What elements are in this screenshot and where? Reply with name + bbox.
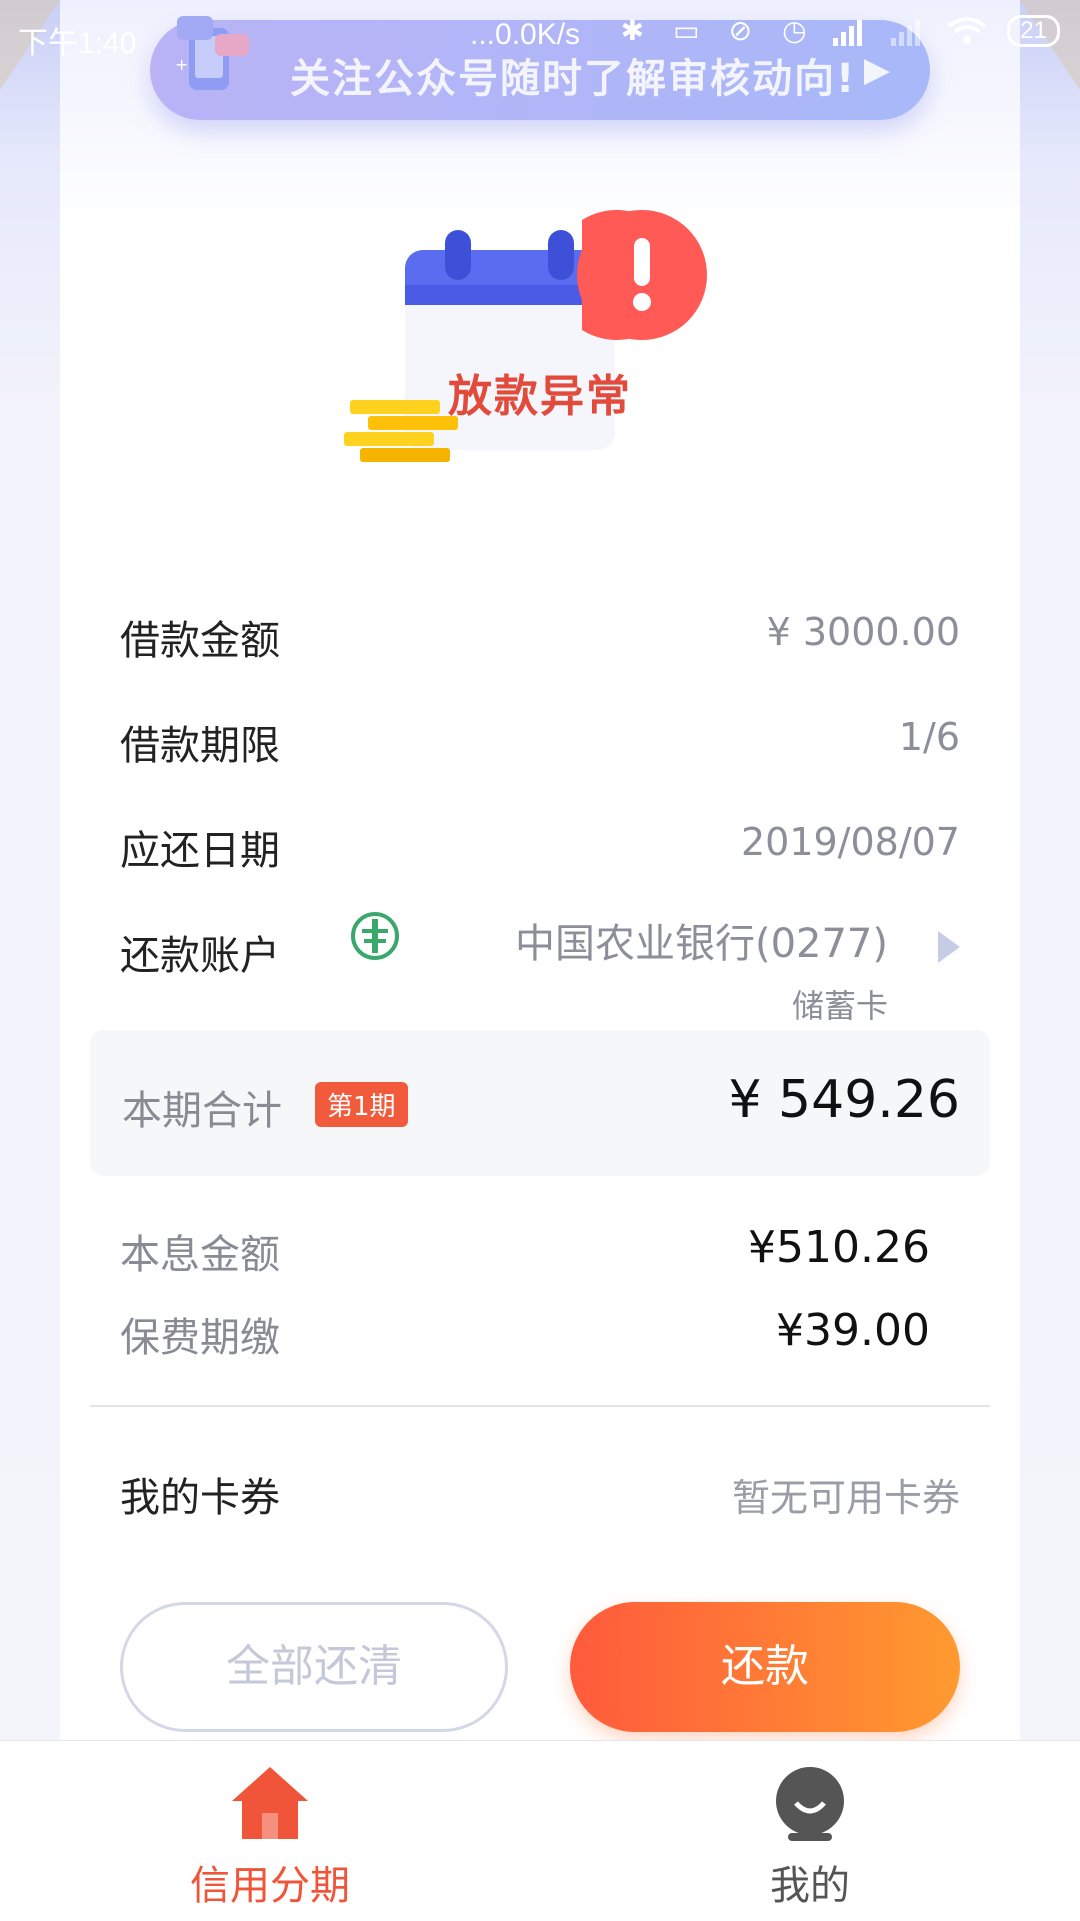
coupon-label: 我的卡券	[120, 1475, 280, 1521]
signal-icon	[833, 20, 863, 46]
loan-exception-illustration: 放款异常	[330, 190, 810, 510]
alarm-icon: ◷	[782, 15, 807, 46]
dnd-icon: ⊘	[728, 15, 753, 46]
tab-me-label: 我的	[770, 1863, 850, 1909]
clear-all-button[interactable]: 全部还清	[120, 1602, 508, 1732]
tab-credit-installment-label: 信用分期	[190, 1863, 350, 1909]
divider	[90, 1405, 990, 1407]
principal-value: ¥510.26	[748, 1222, 930, 1273]
coupon-row[interactable]: 我的卡券 暂无可用卡券	[120, 1465, 960, 1525]
repay-account-bank: 中国农业银行(0277)	[514, 921, 888, 967]
insurance-fee-label: 保费期缴	[120, 1315, 280, 1361]
tab-me[interactable]: 我的	[660, 1741, 960, 1921]
repay-account-type: 储蓄卡	[791, 987, 888, 1025]
bluetooth-icon: ✱	[620, 15, 645, 46]
wifi-icon	[948, 17, 987, 44]
status-time: 下午1:40	[18, 27, 137, 60]
loan-amount-label: 借款金额	[120, 618, 280, 664]
battery-indicator: 21	[1007, 15, 1060, 47]
chevron-right-icon	[938, 931, 960, 963]
loan-amount-row: 借款金额 ¥ 3000.00	[120, 608, 960, 668]
calendar-warning-icon	[344, 210, 707, 462]
repay-account-label: 还款账户	[120, 933, 280, 979]
status-icons: ✱ ▭ ⊘ ◷ 21	[615, 14, 1060, 48]
coupon-value: 暂无可用卡券	[731, 1476, 960, 1520]
loan-exception-label: 放款异常	[448, 371, 632, 422]
loan-amount-value: ¥ 3000.00	[766, 610, 960, 654]
period-total-amount: ¥ 549.26	[728, 1070, 960, 1130]
vibrate-icon: ▭	[673, 15, 700, 46]
loan-term-row: 借款期限 1/6	[120, 713, 960, 773]
repay-account-row[interactable]: 还款账户 中国农业银行(0277) 储蓄卡	[120, 912, 960, 1025]
insurance-fee-row: 保费期缴 ¥39.00	[120, 1305, 930, 1365]
home-icon	[232, 1767, 308, 1839]
due-date-label: 应还日期	[120, 828, 280, 874]
tab-credit-installment[interactable]: 信用分期	[120, 1741, 420, 1921]
status-net-speed: ...0.0K/s	[470, 18, 581, 51]
status-bar: 下午1:40 ...0.0K/s ✱ ▭ ⊘ ◷ 21	[0, 0, 1080, 72]
period-total-label: 本期合计	[122, 1088, 282, 1134]
repay-button[interactable]: 还款	[570, 1602, 960, 1732]
bottom-tab-bar: 信用分期 我的	[0, 1740, 1080, 1921]
due-date-row: 应还日期 2019/08/07	[120, 818, 960, 878]
loan-term-label: 借款期限	[120, 723, 280, 769]
period-badge: 第1期	[315, 1082, 408, 1127]
period-total-box: 本期合计 第1期 ¥ 549.26	[90, 1030, 990, 1176]
loan-term-value: 1/6	[898, 715, 960, 759]
abc-bank-logo-icon	[351, 912, 399, 960]
signal2-icon	[891, 20, 921, 46]
due-date-value: 2019/08/07	[740, 820, 960, 864]
insurance-fee-value: ¥39.00	[776, 1305, 930, 1356]
profile-icon	[776, 1767, 844, 1841]
principal-label: 本息金额	[120, 1232, 280, 1278]
principal-row: 本息金额 ¥510.26	[120, 1222, 930, 1282]
